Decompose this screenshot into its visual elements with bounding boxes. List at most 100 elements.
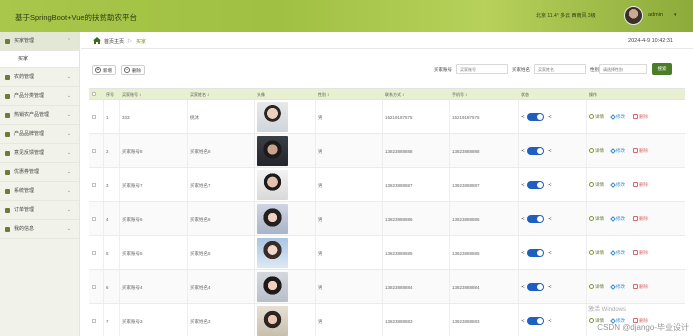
- sidebar-item[interactable]: 订单管理 ⌄: [0, 201, 79, 220]
- sidebar-item[interactable]: 买家管理 ⌃: [0, 32, 79, 51]
- toggle-knob: [537, 182, 543, 188]
- gender-select[interactable]: [599, 64, 647, 74]
- delete-button[interactable]: 删除: [633, 250, 648, 256]
- detail-button[interactable]: 详情: [589, 250, 604, 256]
- toggle-knob: [537, 250, 543, 256]
- edit-button[interactable]: 修改: [610, 181, 625, 188]
- detail-button[interactable]: 详情: [589, 284, 604, 290]
- column-header[interactable]: 手机号 ↕: [452, 92, 467, 98]
- cell-contact: 13823888886: [385, 217, 413, 222]
- chevron-down-icon: ⌄: [66, 169, 71, 175]
- sidebar-item[interactable]: 意见反馈管理 ⌄: [0, 144, 79, 163]
- sidebar-item[interactable]: 优惠券管理 ⌄: [0, 163, 79, 182]
- detail-button[interactable]: 详情: [589, 148, 604, 154]
- cell-index: 7: [106, 319, 109, 324]
- search-icon: [589, 114, 594, 120]
- column-header[interactable]: 买家账号 ↕: [122, 92, 141, 98]
- sidebar-item[interactable]: 产品品牌管理 ⌄: [0, 125, 79, 144]
- account-filter-input[interactable]: [456, 64, 508, 74]
- status-toggle[interactable]: [527, 113, 544, 121]
- column-header[interactable]: 联系方式 ↕: [385, 92, 404, 98]
- chevron-down-icon: ⌄: [66, 188, 71, 194]
- cell-name: 桃沐: [190, 115, 199, 120]
- edit-button[interactable]: 修改: [610, 113, 625, 120]
- sidebar-item[interactable]: 系统管理 ⌄: [0, 182, 79, 201]
- delete-button[interactable]: − 删除: [121, 65, 145, 75]
- name-filter-input[interactable]: [534, 64, 586, 74]
- column-divider: [119, 100, 120, 133]
- edit-button[interactable]: 修改: [610, 283, 625, 290]
- menu-icon: [5, 39, 10, 44]
- search-button[interactable]: 搜索: [652, 63, 672, 75]
- row-checkbox[interactable]: [92, 217, 96, 221]
- delete-button[interactable]: 删除: [633, 114, 648, 120]
- delete-button[interactable]: 删除: [633, 216, 648, 222]
- detail-button[interactable]: 详情: [589, 216, 604, 222]
- delete-button[interactable]: 删除: [633, 182, 648, 188]
- detail-label: 详情: [595, 216, 604, 221]
- status-toggle[interactable]: [527, 249, 544, 257]
- column-header[interactable]: 买家姓名 ↕: [190, 92, 209, 98]
- status-toggle[interactable]: [527, 283, 544, 291]
- delete-button[interactable]: 删除: [633, 148, 648, 154]
- edit-button[interactable]: 修改: [610, 215, 625, 222]
- sidebar-item-label: 意见反馈管理: [14, 150, 45, 156]
- status-toggle[interactable]: [527, 215, 544, 223]
- buyer-avatar[interactable]: [257, 136, 288, 166]
- edit-icon: [610, 147, 616, 154]
- chevron-down-icon[interactable]: ▾: [674, 12, 677, 18]
- buyer-avatar[interactable]: [257, 272, 288, 302]
- cell-index: 6: [106, 285, 109, 290]
- detail-button[interactable]: 详情: [589, 182, 604, 188]
- username[interactable]: admin: [648, 12, 663, 18]
- buyer-avatar[interactable]: [257, 170, 288, 200]
- detail-button[interactable]: 详情: [589, 114, 604, 120]
- status-toggle[interactable]: [527, 181, 544, 189]
- user-avatar[interactable]: [624, 6, 643, 25]
- cell-gender: 男: [318, 149, 323, 154]
- buyer-avatar[interactable]: [257, 306, 288, 336]
- toggle-right-mark: ≺: [548, 114, 552, 119]
- column-header[interactable]: 性别 ↕: [318, 92, 329, 98]
- cell-contact: 13823888885: [385, 251, 413, 256]
- delete-button-label: 删除: [132, 68, 141, 73]
- row-checkbox[interactable]: [92, 319, 96, 323]
- buyer-avatar[interactable]: [257, 238, 288, 268]
- edit-button[interactable]: 修改: [610, 147, 625, 154]
- row-checkbox[interactable]: [92, 251, 96, 255]
- column-divider: [382, 168, 383, 201]
- delete-button[interactable]: 删除: [633, 284, 648, 290]
- row-checkbox[interactable]: [92, 285, 96, 289]
- select-all-checkbox[interactable]: [92, 92, 96, 96]
- cell-name: 买家姓名3: [190, 319, 211, 324]
- edit-button[interactable]: 修改: [610, 249, 625, 256]
- breadcrumb-home[interactable]: 首页主页: [104, 38, 124, 45]
- delete-label: 删除: [639, 182, 648, 187]
- buyer-avatar[interactable]: [257, 102, 288, 132]
- sidebar-item[interactable]: 产品分类管理 ⌄: [0, 87, 79, 106]
- table-row: 1 333 桃沐 男 15219187575 15219187575 ≺ ≺ 详情 修改 删除: [89, 100, 685, 134]
- toggle-left-mark: ≺: [521, 250, 525, 255]
- column-divider: [254, 100, 255, 133]
- sidebar-subitem[interactable]: 买家: [0, 51, 79, 68]
- column-divider: [382, 236, 383, 269]
- row-checkbox[interactable]: [92, 149, 96, 153]
- search-icon: [589, 216, 594, 222]
- sidebar-item[interactable]: 农药管理 ⌄: [0, 68, 79, 87]
- sidebar-item[interactable]: 我的信息 ⌄: [0, 220, 79, 239]
- search-icon: [589, 182, 594, 188]
- column-divider: [586, 134, 587, 167]
- sidebar-item[interactable]: 热销农产品管理 ⌄: [0, 106, 79, 125]
- row-checkbox[interactable]: [92, 183, 96, 187]
- table-row: 5 买家账号5 买家姓名5 男 13823888885 13823888885 ≺ ≺ 详情 修改…: [89, 236, 685, 270]
- chevron-down-icon: ⌄: [66, 74, 71, 80]
- buyer-avatar[interactable]: [257, 204, 288, 234]
- row-checkbox[interactable]: [92, 115, 96, 119]
- column-divider: [187, 270, 188, 303]
- status-toggle[interactable]: [527, 147, 544, 155]
- status-toggle[interactable]: [527, 317, 544, 325]
- add-button[interactable]: + 新增: [92, 65, 116, 75]
- app-title: 基于SpringBoot+Vue的扶贫助农平台: [15, 13, 138, 22]
- edit-icon: [610, 215, 616, 222]
- home-icon[interactable]: [93, 37, 101, 44]
